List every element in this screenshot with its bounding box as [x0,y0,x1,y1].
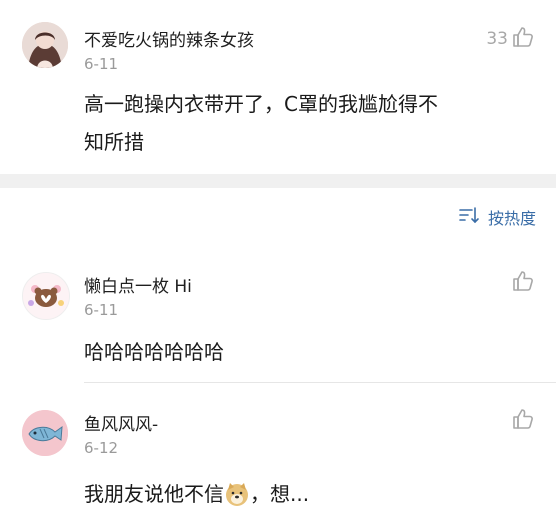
comment-date: 6-12 [84,439,119,457]
comment-date: 6-11 [84,55,119,73]
thumbs-up-icon [512,408,534,434]
comment-text-after: ，想... [250,482,310,506]
section-divider [0,174,556,188]
sort-label: 按热度 [487,209,536,228]
avatar[interactable] [22,272,70,320]
comment-2: 懒白点一枚 Hi 6-11 哈哈哈哈哈哈哈 [0,262,556,382]
doge-emoji-icon [224,481,250,507]
comment-text: 高一跑操内衣带开了，C罩的我尴尬得不 知所措 [84,85,534,161]
like-count: 33 [486,29,508,49]
comment-text: 我朋友说他不信 ，想... [84,475,309,513]
avatar[interactable] [22,22,68,68]
thumbs-up-icon [512,26,534,52]
comment-3: 鱼风风风- 6-12 我朋友说他不信 ，想... [0,400,556,518]
thumbs-up-icon [512,270,534,296]
like-button[interactable]: 33 [486,26,534,52]
comment-divider [84,382,556,383]
comment-text-line-2: 知所措 [84,130,144,154]
comment-text-line-1: 高一跑操内衣带开了，C罩的我尴尬得不 [84,92,438,116]
like-button[interactable] [512,408,534,434]
username[interactable]: 不爱吃火锅的辣条女孩 [84,26,254,51]
comment-text-before: 我朋友说他不信 [84,482,224,506]
username[interactable]: 鱼风风风- [84,410,158,435]
sort-icon [458,206,480,228]
comment-text: 哈哈哈哈哈哈哈 [84,340,224,364]
sort-by-heat-button[interactable]: 按热度 [458,205,536,229]
avatar[interactable] [22,410,68,456]
comment-date: 6-11 [84,301,119,319]
username[interactable]: 懒白点一枚 Hi [84,272,192,297]
comment-1: 不爱吃火锅的辣条女孩 6-11 33 高一跑操内衣带开了，C罩的我尴尬得不 知所… [0,0,556,174]
like-button[interactable] [512,270,534,296]
